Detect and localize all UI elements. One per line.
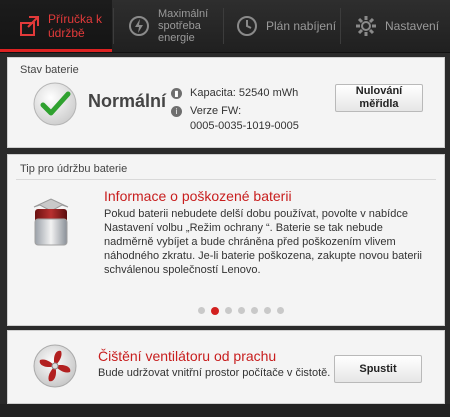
- tab-label: Plán nabíjení: [266, 19, 337, 33]
- top-navigation: Příručka k údržbě Maximální spotřeba ene…: [0, 0, 450, 53]
- reset-gauge-button[interactable]: Nulování měřidla: [335, 84, 423, 112]
- start-button[interactable]: Spustit: [334, 355, 422, 383]
- tip-heading: Informace o poškozené baterii: [104, 188, 292, 204]
- bottom-bar: [0, 404, 450, 417]
- capacity-text: Kapacita: 52540 mWh: [190, 87, 299, 99]
- section-title: Stav baterie: [20, 64, 79, 76]
- pager-dot[interactable]: [198, 307, 205, 314]
- battery-tip-panel: Tip pro údržbu baterie Informace o poško…: [7, 154, 445, 326]
- battery-status-panel: Stav baterie Normální ▮ Kapacita: 52540 …: [7, 57, 445, 148]
- maintenance-icon: [16, 13, 42, 39]
- tab-charge-plan[interactable]: Plán nabíjení: [234, 0, 340, 52]
- fan-icon: [32, 343, 78, 392]
- tab-maintenance-guide[interactable]: Příručka k údržbě: [0, 0, 112, 52]
- gear-icon: [353, 13, 379, 39]
- tab-label: spotřeba: [158, 20, 201, 32]
- fw-label: Verze FW:: [190, 105, 242, 117]
- button-label: měřidla: [359, 98, 399, 110]
- tab-max-power[interactable]: Maximální spotřeba energie: [126, 0, 221, 52]
- power-icon: [126, 13, 152, 39]
- pager-dot[interactable]: [251, 307, 258, 314]
- clock-icon: [234, 13, 260, 39]
- battery-damage-icon: [30, 197, 72, 252]
- info-icon: i: [171, 106, 182, 117]
- pager-dot[interactable]: [277, 307, 284, 314]
- tab-label: energie: [158, 32, 195, 44]
- pager-dot-active[interactable]: [211, 306, 219, 315]
- tab-label: Příručka k: [48, 12, 103, 26]
- tab-label: Nastavení: [385, 19, 440, 33]
- status-check-icon: [32, 81, 78, 130]
- fan-heading: Čištění ventilátoru od prachu: [98, 348, 277, 364]
- tab-settings[interactable]: Nastavení: [353, 0, 450, 52]
- divider: [16, 179, 436, 180]
- battery-status-text: Normální: [88, 91, 167, 111]
- battery-icon: ▮: [171, 88, 182, 99]
- pager-dot[interactable]: [225, 307, 232, 314]
- fan-description: Bude udržovat vnitřní prostor počítače v…: [98, 367, 331, 379]
- fw-version: 0005-0035-1019-0005: [190, 120, 299, 132]
- section-title: Tip pro údržbu baterie: [20, 163, 128, 175]
- capacity-row: ▮ Kapacita: 52540 mWh: [171, 87, 298, 99]
- fan-cleaning-panel: Čištění ventilátoru od prachu Bude udržo…: [7, 330, 445, 404]
- fw-row: i Verze FW: 0005-0035-1019-0005: [171, 105, 299, 132]
- pager-dot[interactable]: [238, 307, 245, 314]
- tip-body: Pokud baterii nebudete delší dobu použív…: [104, 208, 422, 276]
- pager-dot[interactable]: [264, 307, 271, 314]
- tab-label: Maximální: [158, 8, 209, 20]
- button-label: Nulování: [355, 85, 403, 97]
- tab-label: údržbě: [48, 26, 85, 40]
- tip-pager: [198, 306, 284, 315]
